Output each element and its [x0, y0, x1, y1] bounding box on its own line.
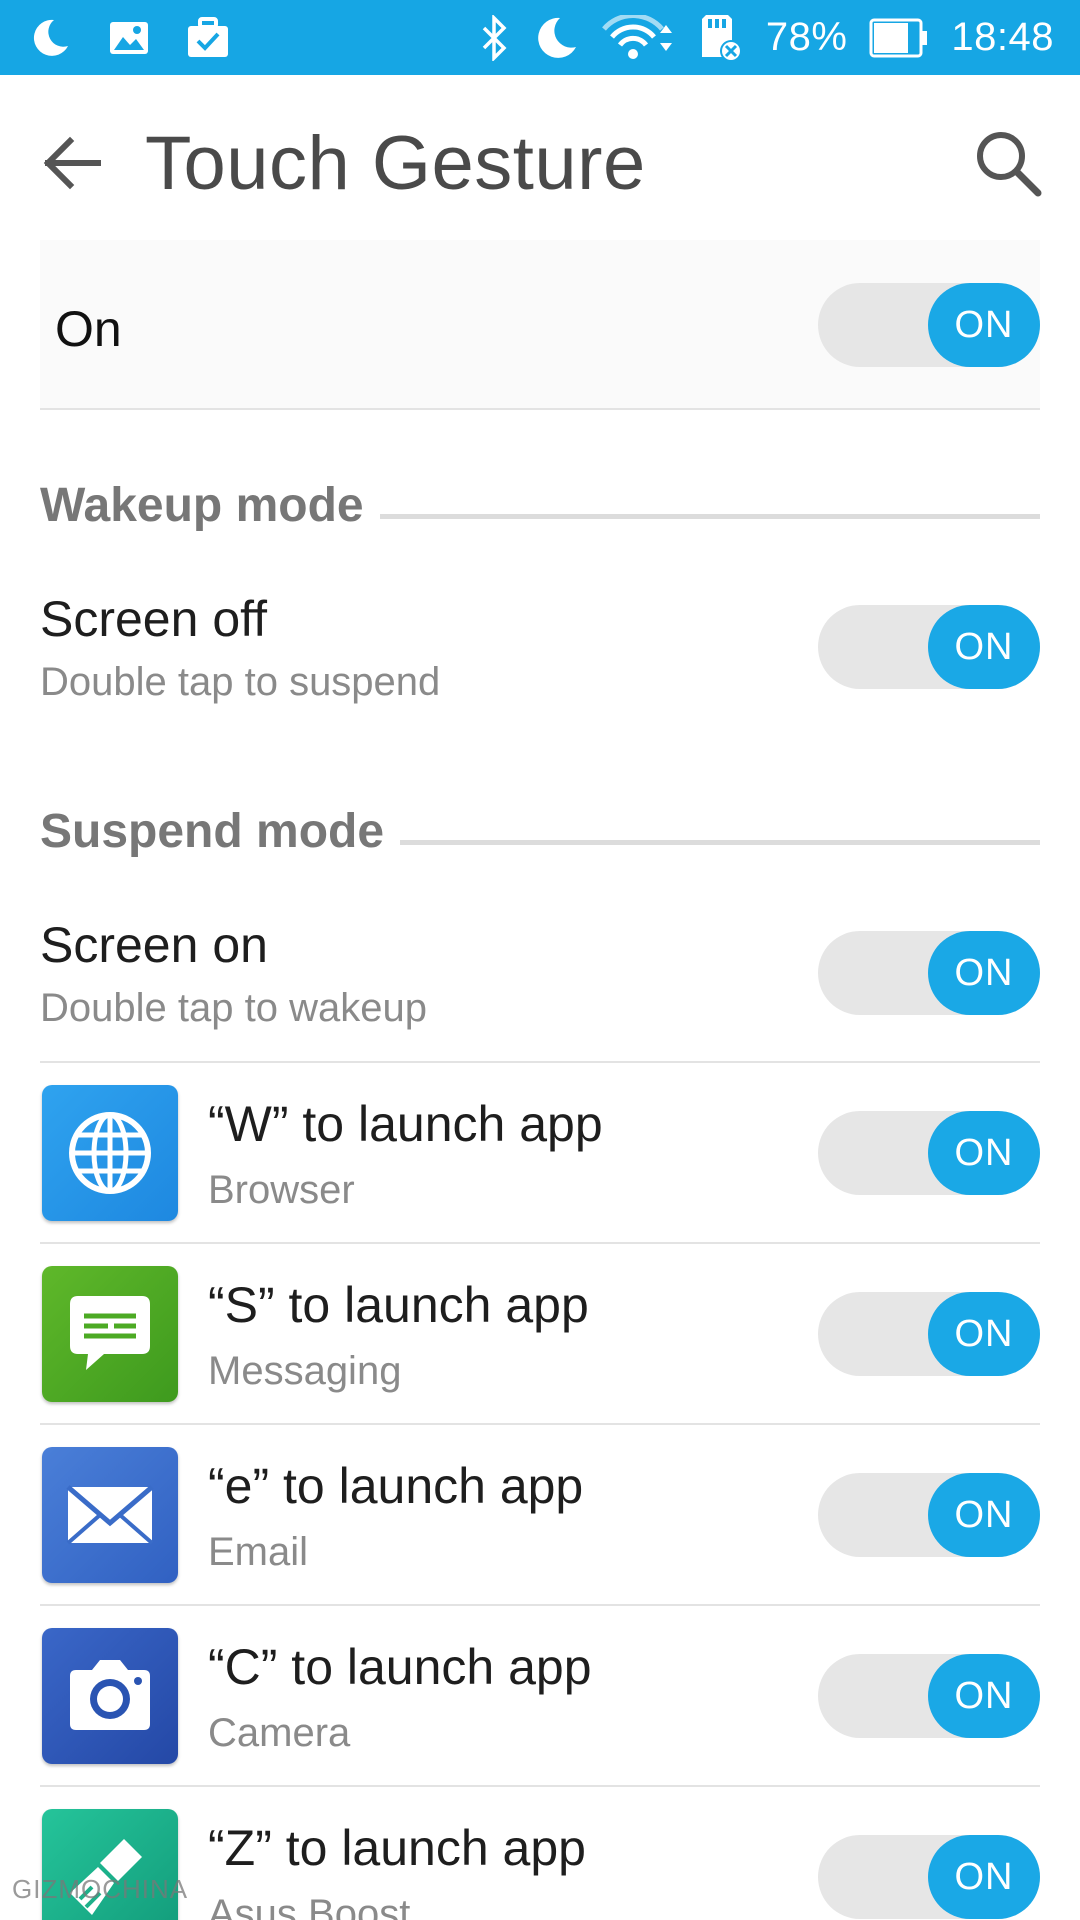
gesture-row-z[interactable]: “Z” to launch app Asus Boost ON: [40, 1787, 1040, 1920]
toggle-screen-on[interactable]: ON: [818, 931, 1040, 1015]
row-subtitle: Email: [208, 1530, 309, 1574]
master-toggle[interactable]: ON: [818, 283, 1040, 367]
section-header: Wakeup mode: [40, 478, 380, 533]
toggle-w[interactable]: ON: [818, 1111, 1040, 1195]
toggle-knob: ON: [928, 1835, 1040, 1919]
toggle-knob: ON: [928, 1473, 1040, 1557]
toggle-knob: ON: [928, 1654, 1040, 1738]
toggle-z[interactable]: ON: [818, 1835, 1040, 1919]
arrow-left-icon: [40, 133, 104, 198]
toggle-screen-off[interactable]: ON: [818, 605, 1040, 689]
toggle-knob: ON: [928, 605, 1040, 689]
gesture-row-w[interactable]: “W” to launch app Browser ON: [40, 1063, 1040, 1244]
back-button[interactable]: [32, 125, 112, 205]
master-switch-label: On: [55, 301, 122, 357]
toggle-s[interactable]: ON: [818, 1292, 1040, 1376]
row-title: “e” to launch app: [208, 1458, 584, 1514]
row-subtitle: Asus Boost: [208, 1892, 411, 1920]
toggle-knob: ON: [928, 1111, 1040, 1195]
row-title: Screen off: [40, 591, 268, 647]
battery-icon: [869, 17, 929, 59]
row-subtitle: Double tap to wakeup: [40, 986, 427, 1030]
battery-percent: 78%: [765, 15, 848, 59]
setting-row-screen-on[interactable]: Screen on Double tap to wakeup ON: [40, 906, 1040, 1063]
gesture-row-c[interactable]: “C” to launch app Camera ON: [40, 1606, 1040, 1787]
section-header: Suspend mode: [40, 804, 401, 859]
row-title: Screen on: [40, 917, 268, 973]
search-icon: [972, 127, 1044, 204]
bluetooth-icon: [480, 14, 510, 61]
row-subtitle: Messaging: [208, 1349, 402, 1393]
row-title: “W” to launch app: [208, 1096, 603, 1152]
chat-bubble-icon: [42, 1266, 178, 1402]
sdcard-icon: [698, 13, 744, 63]
globe-icon: [42, 1085, 178, 1221]
clock: 18:48: [951, 15, 1054, 59]
row-subtitle: Camera: [208, 1711, 351, 1755]
toggle-e[interactable]: ON: [818, 1473, 1040, 1557]
row-subtitle: Browser: [208, 1168, 355, 1212]
row-title: “C” to launch app: [208, 1639, 592, 1695]
setting-row-screen-off[interactable]: Screen off Double tap to suspend ON: [40, 580, 1040, 730]
toggle-c[interactable]: ON: [818, 1654, 1040, 1738]
master-switch-row[interactable]: On ON: [40, 240, 1040, 410]
row-title: “S” to launch app: [208, 1277, 589, 1333]
gesture-row-e[interactable]: “e” to launch app Email ON: [40, 1425, 1040, 1606]
wifi-icon: [601, 14, 676, 61]
status-bar-system: 78% 18:48: [480, 0, 1054, 75]
briefcase-check-icon: [186, 16, 230, 59]
camera-icon: [42, 1628, 178, 1764]
page-title: Touch Gesture: [145, 121, 646, 206]
row-subtitle: Double tap to suspend: [40, 660, 441, 704]
section-wakeup-mode: Wakeup mode: [40, 478, 1040, 538]
status-bar: 78% 18:48: [0, 0, 1080, 75]
moon-icon: [28, 16, 72, 60]
watermark: GIZMOCHINA: [12, 1874, 189, 1904]
search-button[interactable]: [966, 123, 1050, 207]
status-bar-notifications: [28, 0, 230, 75]
section-suspend-mode: Suspend mode: [40, 804, 1040, 864]
toggle-knob: ON: [928, 1292, 1040, 1376]
toggle-knob: ON: [928, 931, 1040, 1015]
toggle-knob: ON: [928, 283, 1040, 367]
image-icon: [108, 19, 150, 57]
moon-icon: [532, 14, 580, 62]
envelope-icon: [42, 1447, 178, 1583]
app-bar: Touch Gesture: [0, 75, 1080, 250]
gesture-row-s[interactable]: “S” to launch app Messaging ON: [40, 1244, 1040, 1425]
row-title: “Z” to launch app: [208, 1820, 586, 1876]
